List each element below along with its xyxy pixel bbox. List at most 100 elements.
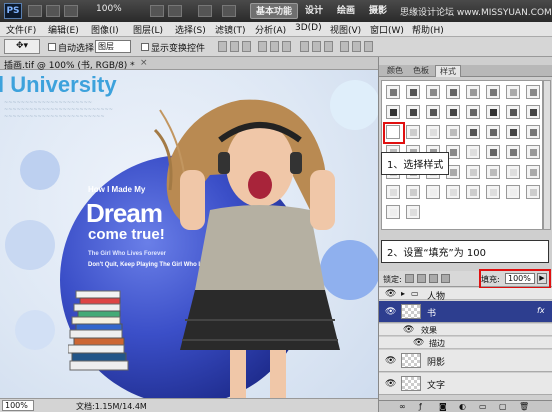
menu-select[interactable]: 选择(S) <box>175 23 206 36</box>
style-swatch[interactable] <box>486 145 500 159</box>
menu-analysis[interactable]: 分析(A) <box>255 23 286 36</box>
style-swatch[interactable] <box>406 205 420 219</box>
fx-add-icon[interactable]: ƒ <box>419 402 422 411</box>
align-top-icon[interactable] <box>218 41 227 52</box>
zoom-level[interactable]: 100% <box>96 4 122 14</box>
menu-filter[interactable]: 滤镜(T) <box>215 23 246 36</box>
align-vcenter-icon[interactable] <box>230 41 239 52</box>
layer-row-group[interactable]: 👁 ▸ ▭ 人物 <box>379 288 552 302</box>
style-swatch[interactable] <box>426 85 440 99</box>
style-swatch[interactable] <box>466 145 480 159</box>
document-tab[interactable]: 插画.tif @ 100% (书, RGB/8) * × <box>0 57 378 71</box>
style-swatch[interactable] <box>406 105 420 119</box>
distribute-bottom-icon[interactable] <box>324 41 333 52</box>
style-swatch[interactable] <box>486 185 500 199</box>
menu-image[interactable]: 图像(I) <box>91 23 119 36</box>
menu-3d[interactable]: 3D(D) <box>295 23 322 33</box>
lock-transparency-icon[interactable] <box>405 274 414 283</box>
eye-icon[interactable]: 👁 <box>385 307 396 317</box>
style-swatch[interactable] <box>506 185 520 199</box>
minibridge-icon[interactable] <box>46 5 60 17</box>
link-icon[interactable]: ∞ <box>399 402 406 411</box>
auto-select-checkbox[interactable] <box>48 43 56 51</box>
workspace-painting[interactable]: 绘画 <box>332 3 360 19</box>
style-swatch[interactable] <box>386 105 400 119</box>
style-swatch[interactable] <box>446 185 460 199</box>
auto-select-dropdown[interactable]: 图层 <box>95 40 131 53</box>
lock-position-icon[interactable] <box>429 274 438 283</box>
style-swatch[interactable] <box>486 125 500 139</box>
style-swatch[interactable] <box>526 125 540 139</box>
align-hcenter-icon[interactable] <box>270 41 279 52</box>
chevron-right-icon[interactable]: ▸ <box>401 289 405 298</box>
style-swatch[interactable] <box>466 105 480 119</box>
styles-scrollbar[interactable] <box>543 80 551 230</box>
arrange-documents-icon[interactable] <box>198 5 212 17</box>
align-left-icon[interactable] <box>258 41 267 52</box>
distribute-right-icon[interactable] <box>364 41 373 52</box>
style-swatch[interactable] <box>466 185 480 199</box>
style-swatch[interactable] <box>486 105 500 119</box>
eye-icon[interactable]: 👁 <box>385 289 396 299</box>
menu-help[interactable]: 帮助(H) <box>412 23 444 36</box>
style-swatch[interactable] <box>526 165 540 179</box>
hand-tool-icon[interactable] <box>150 5 164 17</box>
style-swatch[interactable] <box>466 125 480 139</box>
eye-icon[interactable]: 👁 <box>385 356 396 366</box>
trash-icon[interactable]: 🗑 <box>519 402 529 411</box>
zoom-input[interactable]: 100% <box>2 400 34 411</box>
style-swatch[interactable] <box>406 185 420 199</box>
style-swatch[interactable] <box>386 205 400 219</box>
menu-window[interactable]: 窗口(W) <box>370 23 404 36</box>
fx-icon[interactable]: fx <box>537 306 545 315</box>
style-swatch[interactable] <box>466 165 480 179</box>
style-swatch[interactable] <box>406 85 420 99</box>
style-swatch[interactable] <box>486 165 500 179</box>
distribute-vcenter-icon[interactable] <box>312 41 321 52</box>
eye-icon[interactable]: 👁 <box>413 338 424 348</box>
style-swatch[interactable] <box>526 105 540 119</box>
tab-swatches[interactable]: 色板 <box>409 65 433 77</box>
style-swatch[interactable] <box>446 85 460 99</box>
style-swatch[interactable] <box>386 185 400 199</box>
style-swatch[interactable] <box>406 125 420 139</box>
document-canvas[interactable]: l University ~~~~~~~~~~~~~~~~~~~~~ ~~~~~~… <box>0 70 378 398</box>
workspace-photography[interactable]: 摄影 <box>364 3 392 19</box>
layer-row-selected[interactable]: 👁 书 fx <box>379 301 552 323</box>
new-layer-icon[interactable]: ▢ <box>499 402 507 411</box>
style-swatch[interactable] <box>526 85 540 99</box>
style-swatch[interactable] <box>426 125 440 139</box>
layer-effect-stroke-row[interactable]: 👁 描边 <box>379 337 552 349</box>
zoom-tool-icon[interactable] <box>168 5 182 17</box>
layer-effects-row[interactable]: 👁 效果 <box>379 324 552 336</box>
style-swatch[interactable] <box>426 105 440 119</box>
style-swatch[interactable] <box>486 85 500 99</box>
style-swatch[interactable] <box>446 105 460 119</box>
adjustment-icon[interactable]: ◐ <box>459 402 466 411</box>
close-icon[interactable]: × <box>140 58 148 68</box>
document-size-info[interactable]: 文档:1.15M/14.4M <box>76 401 147 412</box>
move-tool-preset[interactable]: ✥▾ <box>4 39 40 54</box>
menu-layer[interactable]: 图层(L) <box>133 23 163 36</box>
menu-edit[interactable]: 编辑(E) <box>48 23 79 36</box>
style-swatch[interactable] <box>506 145 520 159</box>
layer-row[interactable]: 👁 文字 <box>379 373 552 395</box>
style-swatch[interactable] <box>426 185 440 199</box>
distribute-top-icon[interactable] <box>300 41 309 52</box>
show-transform-checkbox[interactable] <box>141 43 149 51</box>
style-swatch[interactable] <box>466 85 480 99</box>
workspace-essentials[interactable]: 基本功能 <box>250 3 299 19</box>
menu-view[interactable]: 视图(V) <box>330 23 361 36</box>
extras-icon[interactable] <box>64 5 78 17</box>
style-swatch[interactable] <box>506 105 520 119</box>
style-swatch[interactable] <box>446 125 460 139</box>
mask-icon[interactable]: ◙ <box>439 402 447 411</box>
menu-file[interactable]: 文件(F) <box>6 23 36 36</box>
tab-styles[interactable]: 样式 <box>435 65 461 77</box>
align-bottom-icon[interactable] <box>242 41 251 52</box>
layer-row[interactable]: 👁 阴影 <box>379 350 552 372</box>
lock-all-icon[interactable] <box>441 274 450 283</box>
align-right-icon[interactable] <box>282 41 291 52</box>
eye-icon[interactable]: 👁 <box>403 325 414 335</box>
distribute-hcenter-icon[interactable] <box>352 41 361 52</box>
